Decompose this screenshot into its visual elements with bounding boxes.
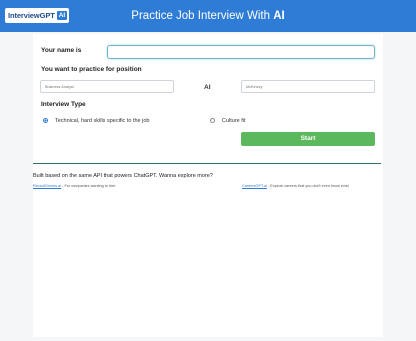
footer-right-text: - Explore careers that you don't even kn… bbox=[266, 184, 349, 188]
radio-culture-fit[interactable] bbox=[210, 118, 215, 123]
built-text: Built based on the same API that powers … bbox=[33, 173, 213, 179]
careersgpt-link[interactable]: CareersGPT.ai bbox=[242, 184, 267, 188]
option-technical-label[interactable]: Technical, hard skills specific to the j… bbox=[55, 118, 149, 124]
ai-separator: AI bbox=[204, 84, 211, 91]
recruitgenius-link[interactable]: RecruitGenius.ai bbox=[33, 184, 61, 188]
position-input[interactable]: Business Analyst bbox=[40, 80, 174, 93]
name-label: Your name is bbox=[41, 47, 82, 54]
page-title-prefix: Practice Job Interview With bbox=[131, 10, 274, 22]
position-label: You want to practice for position bbox=[41, 66, 142, 73]
footer-right: CareersGPT.ai - Explore careers that you… bbox=[242, 184, 349, 188]
page-title: Practice Job Interview With AI bbox=[0, 10, 416, 22]
footer-left-text: - For companies wanting to hire bbox=[61, 184, 116, 188]
footer-left: RecruitGenius.ai - For companies wanting… bbox=[33, 184, 115, 188]
app-header: InterviewGPT AI Practice Job Interview W… bbox=[0, 0, 416, 32]
interview-type-label: Interview Type bbox=[41, 101, 86, 108]
radio-technical[interactable] bbox=[43, 118, 48, 123]
ai-input[interactable]: McKinsey bbox=[241, 80, 375, 93]
option-culture-fit-label[interactable]: Culture fit bbox=[222, 118, 246, 124]
page-title-strong: AI bbox=[273, 10, 285, 22]
name-input[interactable] bbox=[107, 45, 375, 59]
start-button[interactable]: Start bbox=[241, 132, 375, 146]
divider bbox=[33, 163, 381, 164]
